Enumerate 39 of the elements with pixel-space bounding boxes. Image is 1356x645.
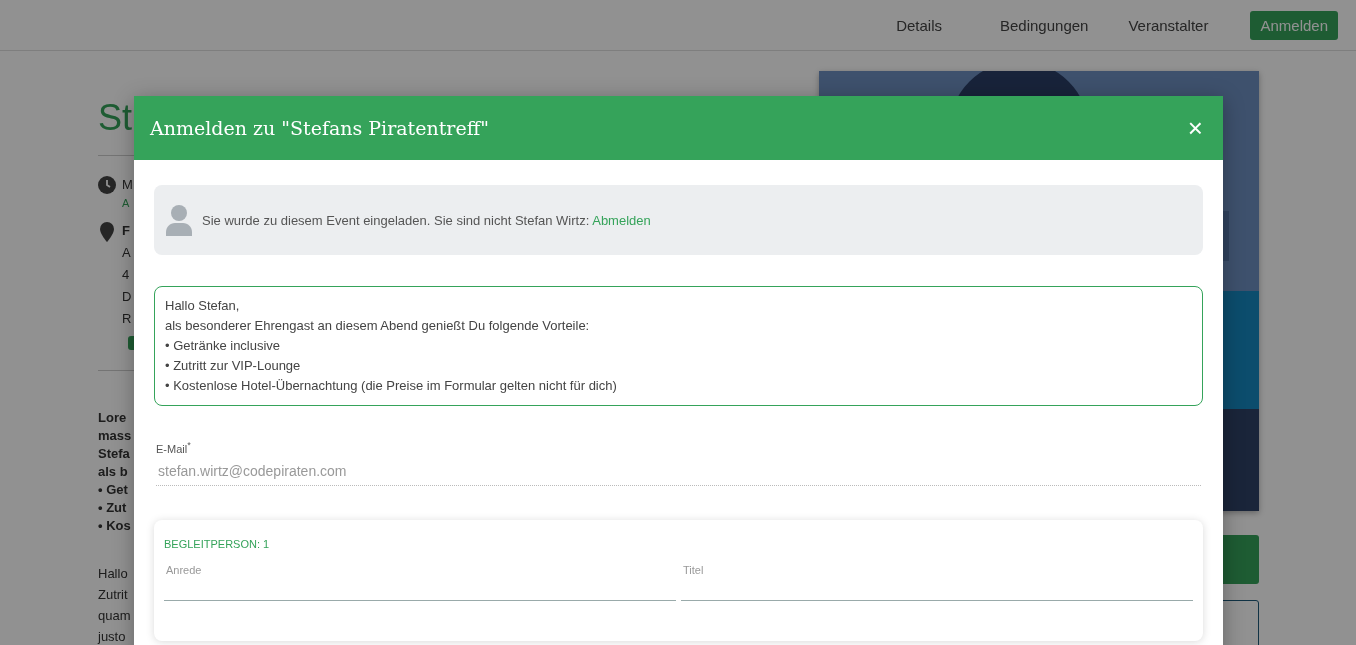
description-line: • Zut (98, 499, 127, 517)
message-line: • Getränke inclusive (165, 337, 282, 355)
email-label: E-Mail$^{*}$ (156, 440, 192, 455)
address-line: D (122, 288, 132, 306)
address-note: R (122, 310, 132, 328)
location-pin-icon (100, 222, 114, 242)
address-line: 4 (122, 266, 131, 284)
invitation-text: Sie wurde zu diesem Event eingeladen. Sie sind nicht Stefan Wirtz: Abmelden (202, 212, 651, 228)
modal-title: Anmelden zu "Stefans Piratentreff" (150, 117, 489, 139)
nav-link[interactable]: Veranstalter (1128, 16, 1209, 34)
description-line: Hallo (98, 565, 128, 583)
message-line: als besonderer Ehrengast an diesem Abend genießt Du folgende Vorteile: (165, 317, 591, 335)
register-button[interactable]: Anmelden (1250, 10, 1338, 40)
user-icon (166, 204, 192, 236)
event-title: St (98, 96, 132, 140)
description-line: • Kos (98, 517, 131, 535)
description-line: justo (98, 628, 126, 645)
message-line: • Zutritt zur VIP-Lounge (165, 357, 302, 375)
message-line: Hallo Stefan, (165, 297, 241, 315)
description-line: • Get (98, 481, 128, 499)
address-line: A (122, 244, 132, 262)
description-line: quam (98, 607, 131, 625)
description-line: Zutrit (98, 586, 128, 604)
description-line: mass (98, 427, 132, 445)
location-name: F (122, 222, 131, 240)
nav-link[interactable]: Details (896, 16, 942, 34)
description-line: Lore (98, 409, 127, 427)
description-line: Stefa (98, 445, 130, 463)
description-line: als b (98, 463, 128, 481)
message-line: • Kostenlose Hotel-Übernachtung (die Preise im Formular gelten nicht für dich) (165, 377, 618, 395)
text-field[interactable]: Anrede (164, 563, 676, 601)
companion-heading: BEGLEITPERSON: 1 (164, 537, 271, 550)
clock-icon (98, 176, 116, 194)
logout-link[interactable]: Abmelden (592, 212, 651, 228)
date-note: A (122, 196, 131, 210)
event-date: M (122, 176, 133, 194)
text-field[interactable]: Titel (681, 563, 1193, 601)
nav-link[interactable]: Bedingungen (1000, 16, 1089, 34)
close-button[interactable]: × (1183, 115, 1207, 141)
